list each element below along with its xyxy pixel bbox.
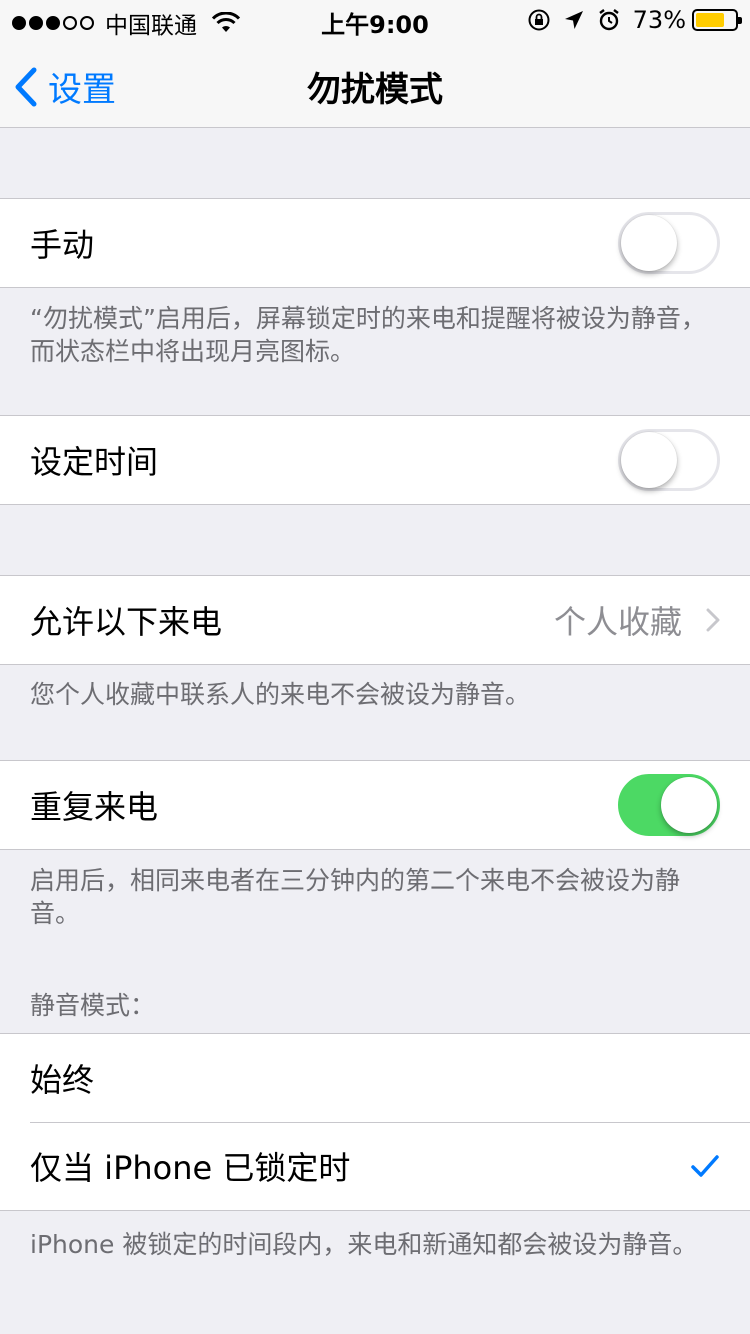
silence-option-label: 始终	[30, 1061, 95, 1099]
manual-group: 手动	[0, 198, 750, 288]
allow-calls-group: 允许以下来电 个人收藏	[0, 575, 750, 665]
allow-calls-cell[interactable]: 允许以下来电 个人收藏	[0, 576, 750, 664]
manual-cell: 手动	[0, 199, 750, 287]
page-title: 勿扰模式	[307, 70, 443, 110]
location-arrow-icon	[564, 11, 583, 29]
repeated-calls-cell: 重复来电	[0, 761, 750, 849]
allow-calls-label: 允许以下来电	[30, 603, 223, 641]
allow-calls-footer: 您个人收藏中联系人的来电不会被设为静音。	[30, 680, 531, 709]
battery-percent: 73%	[632, 6, 686, 34]
scheduled-label: 设定时间	[30, 443, 159, 481]
checkmark-icon	[691, 1155, 719, 1177]
silence-footer: iPhone 被锁定的时间段内，来电和新通知都会被设为静音。	[30, 1230, 698, 1259]
rotation-lock-icon	[528, 9, 550, 31]
silence-option-label: 仅当 iPhone 已锁定时	[30, 1149, 351, 1187]
allow-calls-value: 个人收藏	[553, 603, 682, 641]
silence-group: 始终 仅当 iPhone 已锁定时	[0, 1033, 750, 1211]
scheduled-cell: 设定时间	[0, 416, 750, 504]
manual-footer: “勿扰模式”启用后，屏幕锁定时的来电和提醒将被设为静音，而状态栏中将出现月亮图标…	[30, 304, 706, 366]
navigation-bar: 设置 勿扰模式	[0, 40, 750, 128]
silence-option-locked[interactable]: 仅当 iPhone 已锁定时	[0, 1122, 750, 1210]
silence-option-always[interactable]: 始终	[0, 1034, 750, 1122]
repeated-calls-group: 重复来电	[0, 760, 750, 850]
scheduled-group: 设定时间	[0, 415, 750, 505]
repeated-calls-toggle[interactable]	[618, 774, 720, 836]
manual-label: 手动	[30, 226, 95, 264]
repeated-calls-label: 重复来电	[30, 788, 159, 826]
status-right: 73%	[515, 6, 742, 34]
status-bar: 中国联通 上午9:00 73%	[0, 0, 750, 40]
scheduled-toggle[interactable]	[618, 429, 720, 491]
chevron-right-icon	[706, 608, 720, 632]
silence-section-header: 静音模式：	[30, 991, 156, 1020]
alarm-clock-icon	[598, 9, 619, 31]
battery-icon	[692, 9, 742, 31]
manual-toggle[interactable]	[618, 212, 720, 274]
repeated-calls-footer: 启用后，相同来电者在三分钟内的第二个来电不会被设为静音。	[30, 866, 681, 928]
